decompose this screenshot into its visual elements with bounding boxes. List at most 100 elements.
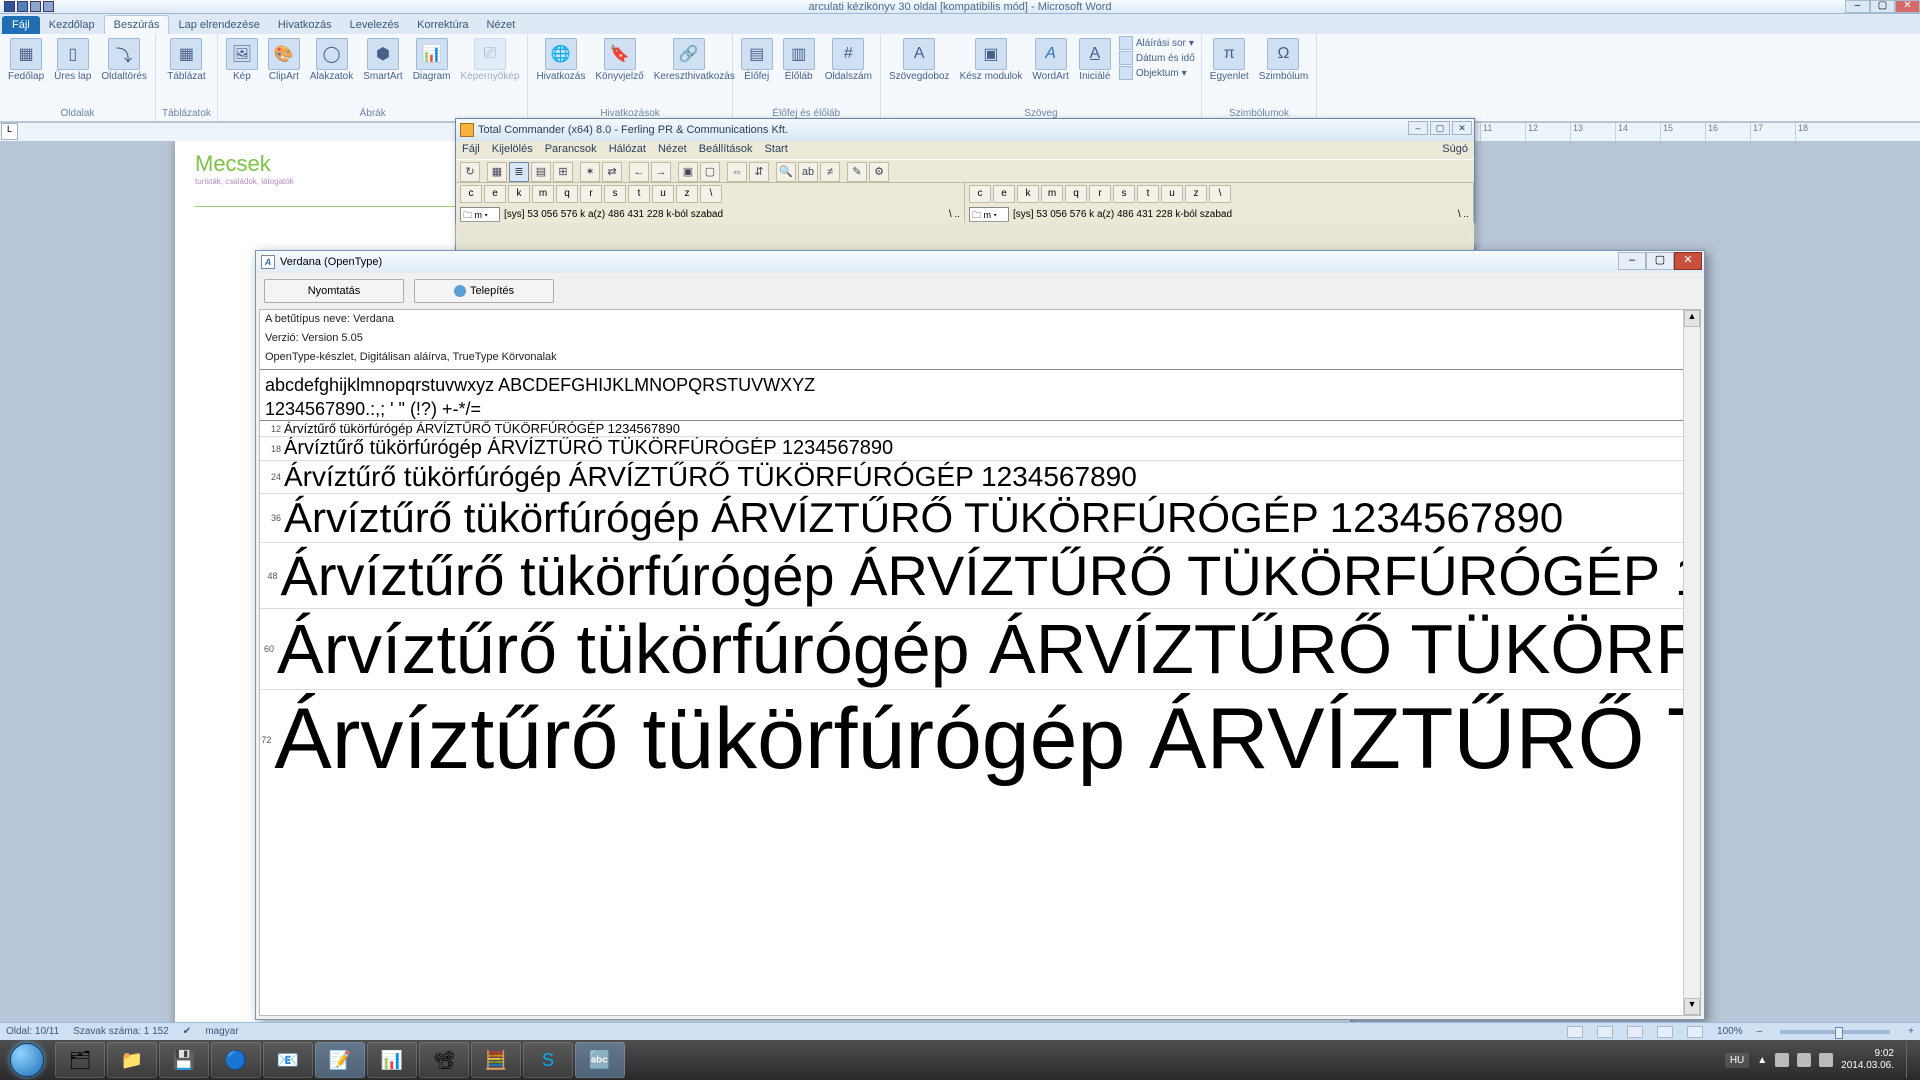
fv-scrollbar[interactable]: ▲ ▼ — [1683, 310, 1700, 1015]
taskbar-powerpoint-icon[interactable]: 📽 — [419, 1042, 469, 1078]
tc-drive-t[interactable]: t — [628, 185, 650, 203]
smartart-button[interactable]: ⬢SmartArt — [361, 36, 404, 84]
pagenum-button[interactable]: #Oldalszám — [823, 36, 874, 84]
tc-refresh-icon[interactable]: ↻ — [460, 162, 480, 182]
clipart-button[interactable]: 🎨ClipArt — [266, 36, 302, 84]
tc-drive-combo-right[interactable]: 🗀 m ▾ — [969, 207, 1009, 222]
tc-drive-z[interactable]: z — [676, 185, 698, 203]
tc-notepad-icon[interactable]: ✎ — [847, 162, 867, 182]
wordart-button[interactable]: AWordArt — [1030, 36, 1071, 84]
taskbar-excel-icon[interactable]: 📊 — [367, 1042, 417, 1078]
table-button[interactable]: ▦Táblázat — [165, 36, 207, 84]
tray-volume-icon[interactable] — [1819, 1053, 1833, 1067]
tc-drive-k[interactable]: k — [508, 185, 530, 203]
word-maximize-button[interactable]: ▢ — [1870, 0, 1895, 13]
tc-drive-m-r[interactable]: m — [1041, 185, 1063, 203]
object-button[interactable]: Objektum ▾ — [1119, 66, 1195, 80]
tc-drive-c[interactable]: c — [460, 185, 482, 203]
zoom-in-icon[interactable]: + — [1908, 1026, 1914, 1037]
tc-drive-e-r[interactable]: e — [993, 185, 1015, 203]
tc-fwd-icon[interactable]: → — [651, 162, 671, 182]
tc-pack-icon[interactable]: ▣ — [678, 162, 698, 182]
tc-drive-net-r[interactable]: \ — [1209, 185, 1231, 203]
tc-drive-s[interactable]: s — [604, 185, 626, 203]
dropcap-button[interactable]: A̲Iniciálé — [1077, 36, 1113, 84]
taskbar-skype-icon[interactable]: S — [523, 1042, 573, 1078]
textbox-button[interactable]: ASzövegdoboz — [887, 36, 952, 84]
tc-titlebar[interactable]: Total Commander (x64) 8.0 - Ferling PR &… — [456, 119, 1474, 141]
status-proof-icon[interactable]: ✔ — [183, 1026, 191, 1037]
tc-menu-net[interactable]: Hálózat — [609, 143, 646, 157]
tc-drive-r[interactable]: r — [580, 185, 602, 203]
show-desktop-button[interactable] — [1906, 1042, 1914, 1078]
tc-brief-icon[interactable]: ▦ — [487, 162, 507, 182]
fv-close-button[interactable]: ✕ — [1674, 252, 1702, 270]
quickparts-button[interactable]: ▣Kész modulok — [958, 36, 1025, 84]
install-button[interactable]: Telepítés — [414, 279, 554, 303]
chart-button[interactable]: 📊Diagram — [411, 36, 453, 84]
tc-sync-icon[interactable]: ⇵ — [749, 162, 769, 182]
tc-menu-help[interactable]: Súgó — [1442, 143, 1468, 157]
tab-references[interactable]: Hivatkozás — [269, 16, 341, 34]
tc-drive-combo-left[interactable]: 🗀 m ▾ — [460, 207, 500, 222]
view-draft-icon[interactable] — [1687, 1026, 1703, 1038]
tab-layout[interactable]: Lap elrendezése — [169, 16, 268, 34]
word-close-button[interactable]: ✕ — [1895, 0, 1920, 13]
header-button[interactable]: ▤Élőfej — [739, 36, 775, 84]
signature-button[interactable]: Aláírási sor ▾ — [1119, 36, 1195, 50]
page-break-button[interactable]: ⤵Oldaltörés — [99, 36, 149, 84]
tc-controlpanel-icon[interactable]: ⚙ — [869, 162, 889, 182]
hyperlink-button[interactable]: 🌐Hivatkozás — [534, 36, 587, 84]
screenshot-button[interactable]: ⎚Képernyőkép — [459, 36, 522, 84]
tc-drive-s-r[interactable]: s — [1113, 185, 1135, 203]
tab-review[interactable]: Korrektúra — [408, 16, 477, 34]
tab-insert[interactable]: Beszúrás — [104, 15, 170, 34]
tray-showhidden-icon[interactable]: ▲ — [1757, 1055, 1767, 1066]
tc-drive-u-r[interactable]: u — [1161, 185, 1183, 203]
symbol-button[interactable]: ΩSzimbólum — [1257, 36, 1310, 84]
cover-page-button[interactable]: ▦Fedőlap — [6, 36, 46, 84]
picture-button[interactable]: 🖼Kép — [224, 36, 260, 84]
print-button[interactable]: Nyomtatás — [264, 279, 404, 303]
tc-minimize-button[interactable]: – — [1408, 121, 1428, 135]
tc-column-headers[interactable] — [456, 223, 1474, 245]
taskbar-explorer-icon[interactable]: 🗂 — [55, 1042, 105, 1078]
tray-flag-icon[interactable] — [1775, 1053, 1789, 1067]
taskbar-calculator-icon[interactable]: 🧮 — [471, 1042, 521, 1078]
tc-invert-icon[interactable]: ✶ — [580, 162, 600, 182]
status-language[interactable]: magyar — [205, 1026, 238, 1037]
tc-menu-file[interactable]: Fájl — [462, 143, 480, 157]
fv-titlebar[interactable]: A Verdana (OpenType) – ▢ ✕ — [256, 251, 1704, 273]
footer-button[interactable]: ▥Élőláb — [781, 36, 817, 84]
tc-tree-icon[interactable]: ⊞ — [553, 162, 573, 182]
zoom-level[interactable]: 100% — [1717, 1026, 1743, 1037]
tc-unpack-icon[interactable]: ▢ — [700, 162, 720, 182]
tc-search-icon[interactable]: 🔍 — [776, 162, 796, 182]
tc-diff-icon[interactable]: ≠ — [820, 162, 840, 182]
blank-page-button[interactable]: ▯Üres lap — [52, 36, 93, 84]
tray-network-icon[interactable] — [1797, 1053, 1811, 1067]
taskbar-word-icon[interactable]: 📝 — [315, 1042, 365, 1078]
taskbar-save-icon[interactable]: 💾 — [159, 1042, 209, 1078]
zoom-out-icon[interactable]: – — [1757, 1026, 1763, 1037]
tc-drive-z-r[interactable]: z — [1185, 185, 1207, 203]
tc-menu-config[interactable]: Beállítások — [699, 143, 753, 157]
tc-drive-e[interactable]: e — [484, 185, 506, 203]
tc-drive-k-r[interactable]: k — [1017, 185, 1039, 203]
view-printlayout-icon[interactable] — [1567, 1026, 1583, 1038]
tc-drive-q[interactable]: q — [556, 185, 578, 203]
tab-view[interactable]: Nézet — [478, 16, 525, 34]
fv-maximize-button[interactable]: ▢ — [1646, 252, 1674, 270]
tc-back-icon[interactable]: ← — [629, 162, 649, 182]
tab-selector[interactable]: L — [1, 123, 18, 140]
fv-minimize-button[interactable]: – — [1618, 252, 1646, 270]
tab-home[interactable]: Kezdőlap — [40, 16, 104, 34]
tc-menu-show[interactable]: Nézet — [658, 143, 687, 157]
equation-button[interactable]: πEgyenlet — [1208, 36, 1251, 84]
view-outline-icon[interactable] — [1657, 1026, 1673, 1038]
tc-drive-t-r[interactable]: t — [1137, 185, 1159, 203]
status-page[interactable]: Oldal: 10/11 — [6, 1026, 59, 1037]
tc-menu-commands[interactable]: Parancsok — [545, 143, 597, 157]
taskbar-chrome-icon[interactable]: 🔵 — [211, 1042, 261, 1078]
tab-file[interactable]: Fájl — [2, 16, 40, 34]
